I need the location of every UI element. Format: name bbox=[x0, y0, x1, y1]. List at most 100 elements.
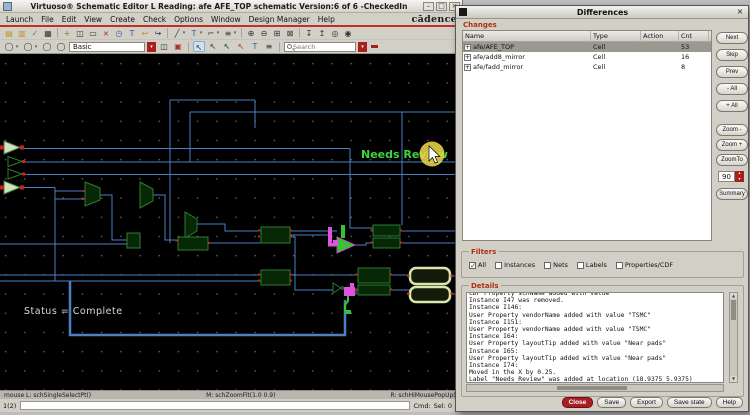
expand-icon[interactable]: + bbox=[464, 54, 471, 61]
search-input[interactable] bbox=[293, 43, 345, 51]
instance-icon[interactable]: ◫ bbox=[158, 41, 170, 52]
filter-properties-cdf[interactable]: Properties/CDF bbox=[616, 261, 673, 269]
search-options-button[interactable]: ▾ bbox=[358, 42, 367, 52]
scroll-down-icon[interactable]: ▼ bbox=[730, 376, 737, 382]
checkbox-instances[interactable] bbox=[495, 262, 502, 269]
check-save-icon[interactable]: ✓ bbox=[29, 28, 41, 39]
summary-button[interactable]: Summary bbox=[716, 188, 748, 200]
menu-help[interactable]: Help bbox=[314, 15, 339, 24]
column-cnt[interactable]: Cnt bbox=[679, 31, 709, 42]
filter-all[interactable]: All bbox=[469, 261, 486, 269]
zoom-level-value[interactable]: 90 bbox=[718, 171, 735, 182]
workspace-radio-icon[interactable]: ◯ bbox=[55, 41, 67, 52]
details-horizontal-scrollbar[interactable] bbox=[466, 384, 724, 392]
chevron-down-icon[interactable]: ▾ bbox=[33, 44, 39, 50]
menu-window[interactable]: Window bbox=[207, 15, 245, 24]
menu-launch[interactable]: Launch bbox=[2, 15, 37, 24]
maximize-button[interactable]: □ bbox=[436, 2, 447, 11]
scroll-up-icon[interactable]: ▲ bbox=[730, 293, 737, 299]
checkbox-nets[interactable] bbox=[544, 262, 551, 269]
zoom-out-icon[interactable]: ⊖ bbox=[258, 28, 270, 39]
checkbox-properties-cdf[interactable] bbox=[616, 262, 623, 269]
save-button[interactable]: Save bbox=[597, 397, 626, 408]
menu-create[interactable]: Create bbox=[106, 15, 139, 24]
new-cellview-icon[interactable]: ▤ bbox=[3, 28, 15, 39]
status-label[interactable]: Status = Complete bbox=[24, 306, 123, 317]
probe-icon[interactable]: ◎ bbox=[329, 28, 341, 39]
menu-edit[interactable]: Edit bbox=[58, 15, 81, 24]
zoom-in-button[interactable]: Zoom + bbox=[716, 139, 748, 151]
instance-edit-icon[interactable]: ▣ bbox=[172, 41, 184, 52]
save-icon[interactable]: ▦ bbox=[42, 28, 54, 39]
save-state-button[interactable]: Save state bbox=[667, 397, 712, 408]
zoom-fit-icon[interactable]: ⊞ bbox=[271, 28, 283, 39]
menu-check[interactable]: Check bbox=[139, 15, 170, 24]
descend-icon[interactable]: ↧ bbox=[303, 28, 315, 39]
filter-list-icon[interactable]: ≡ bbox=[263, 41, 275, 52]
stretch-icon[interactable]: ▭ bbox=[87, 28, 99, 39]
zoom-to-button[interactable]: ZoomTo bbox=[716, 154, 748, 166]
spinner-down-icon[interactable]: ▼ bbox=[735, 177, 744, 183]
next-button[interactable]: Next bbox=[716, 32, 748, 44]
chevron-down-icon[interactable]: ▾ bbox=[215, 30, 221, 36]
zoom-area-icon[interactable]: ⊠ bbox=[284, 28, 296, 39]
column-name[interactable]: Name bbox=[463, 31, 591, 42]
expand-icon[interactable]: + bbox=[464, 44, 471, 51]
history-icon[interactable]: ◷ bbox=[113, 28, 125, 39]
search-box[interactable] bbox=[284, 42, 356, 52]
lock-icon[interactable]: ◉ bbox=[342, 28, 354, 39]
filter-labels[interactable]: Labels bbox=[577, 261, 607, 269]
menu-file[interactable]: File bbox=[37, 15, 58, 24]
checkbox-labels[interactable] bbox=[577, 262, 584, 269]
cellview-selector[interactable]: Basic bbox=[69, 42, 145, 52]
table-row[interactable]: +afe/add8_mirror Cell 16 bbox=[463, 52, 711, 62]
expand-all-button[interactable]: + All bbox=[716, 100, 748, 112]
text-icon[interactable]: T bbox=[126, 28, 138, 39]
search-clear-icon[interactable] bbox=[371, 45, 378, 48]
filter-instances[interactable]: Instances bbox=[495, 261, 535, 269]
dialog-close-icon[interactable]: × bbox=[735, 7, 745, 17]
open-icon[interactable]: ▥ bbox=[16, 28, 28, 39]
query-cursor-icon[interactable]: ↖ bbox=[235, 41, 247, 52]
details-vertical-scrollbar[interactable]: ▲ ▼ bbox=[729, 292, 738, 383]
zoom-out-button[interactable]: Zoom - bbox=[716, 124, 748, 136]
table-row[interactable]: +afe/AFE_TOP Cell 53 bbox=[463, 42, 711, 52]
chevron-down-icon[interactable]: ▾ bbox=[198, 30, 204, 36]
details-text[interactable]: CDF Property schName added with value ""… bbox=[466, 292, 724, 383]
checkbox-all[interactable] bbox=[469, 262, 476, 269]
cellview-dropdown-button[interactable]: ▾ bbox=[147, 42, 156, 52]
expand-icon[interactable]: + bbox=[464, 64, 471, 71]
close-dialog-button[interactable]: Close bbox=[562, 397, 594, 408]
workspace-radio-icon[interactable]: ◯ bbox=[41, 41, 53, 52]
collapse-all-button[interactable]: - All bbox=[716, 83, 748, 95]
column-action[interactable]: Action bbox=[641, 31, 679, 42]
prev-button[interactable]: Prev bbox=[716, 66, 748, 78]
delete-icon[interactable]: × bbox=[100, 28, 112, 39]
redo-icon[interactable]: ↪ bbox=[152, 28, 164, 39]
filter-nets[interactable]: Nets bbox=[544, 261, 568, 269]
menu-design-manager[interactable]: Design Manager bbox=[245, 15, 314, 24]
chevron-down-icon[interactable]: ▾ bbox=[14, 44, 20, 50]
chevron-down-icon[interactable]: ▾ bbox=[232, 30, 238, 36]
scrollbar-thumb[interactable] bbox=[731, 300, 736, 320]
table-row[interactable]: +afe/fadd_mirror Cell 8 bbox=[463, 62, 711, 72]
changes-table-header[interactable]: Name Type Action Cnt bbox=[463, 31, 711, 42]
menu-view[interactable]: View bbox=[80, 15, 106, 24]
column-type[interactable]: Type bbox=[591, 31, 641, 42]
deselect-cursor-icon[interactable]: ↖ bbox=[221, 41, 233, 52]
export-button[interactable]: Export bbox=[630, 397, 663, 408]
select-cursor-icon-active[interactable]: ↖ bbox=[193, 41, 205, 52]
scrollbar-thumb[interactable] bbox=[557, 386, 627, 390]
chevron-down-icon[interactable]: ▾ bbox=[181, 30, 187, 36]
select-add-cursor-icon[interactable]: ↖ bbox=[207, 41, 219, 52]
ascend-icon[interactable]: ↥ bbox=[316, 28, 328, 39]
zoom-in-icon[interactable]: ⊕ bbox=[245, 28, 257, 39]
text-select-icon[interactable]: T bbox=[249, 41, 261, 52]
undo-icon[interactable]: ↩ bbox=[139, 28, 151, 39]
menu-options[interactable]: Options bbox=[170, 15, 207, 24]
schematic-canvas[interactable]: Needs Review Status = Complete bbox=[0, 54, 463, 390]
copy-icon[interactable]: ◫ bbox=[74, 28, 86, 39]
help-button[interactable]: Help bbox=[716, 397, 743, 408]
command-input[interactable] bbox=[20, 401, 410, 410]
io-pads[interactable] bbox=[410, 268, 450, 302]
